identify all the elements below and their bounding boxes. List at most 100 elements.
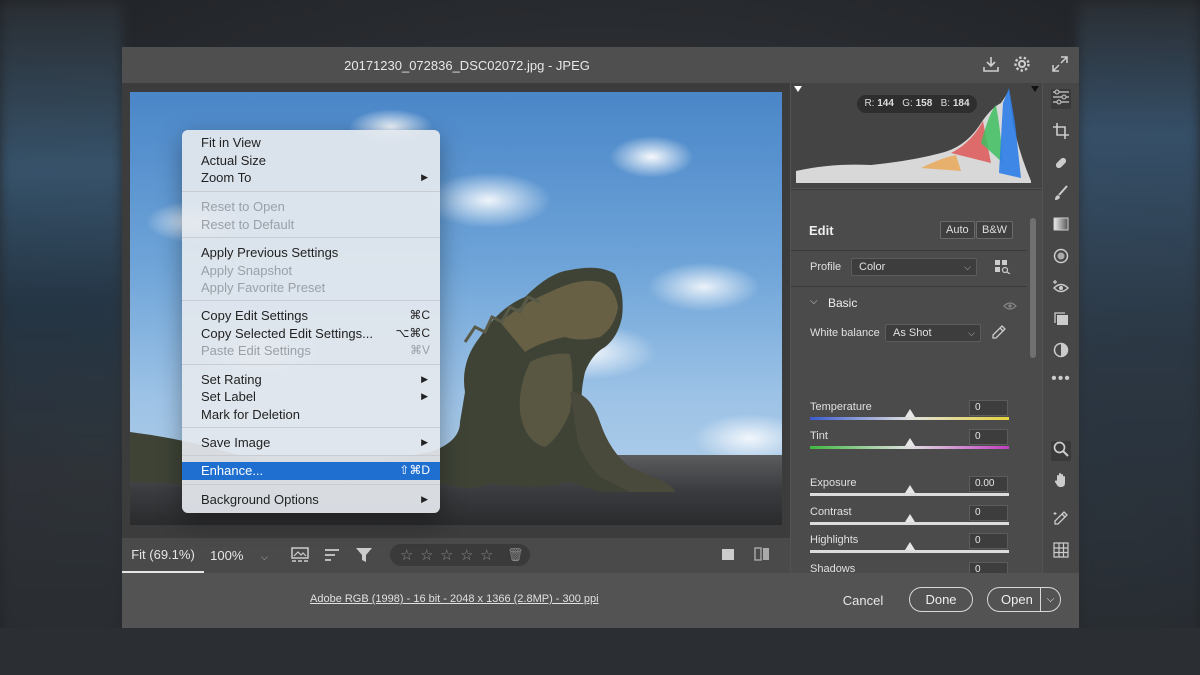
menu-item-reset-to-open: Reset to Open (182, 198, 440, 215)
menu-item-paste-edit-settings: Paste Edit Settings ⌘V (182, 342, 440, 359)
radial-filter-icon[interactable] (1051, 248, 1071, 268)
presets-icon[interactable] (1051, 342, 1071, 362)
profile-select[interactable]: Color ⌵ (851, 258, 977, 276)
contrast-value-input[interactable]: 0 (969, 505, 1008, 521)
view-toolbar: Fit (69.1%) 100% ⌵ ☆ ☆ ☆ ☆ ☆ 🗑 (122, 538, 790, 573)
single-view-icon[interactable] (718, 547, 738, 565)
r-value: 144 (877, 98, 894, 109)
submenu-arrow-icon: ▶ (421, 374, 428, 384)
basic-section-header[interactable]: Basic (828, 296, 857, 310)
eye-icon[interactable] (1003, 298, 1017, 316)
menu-item-save-image[interactable]: Save Image ▶ (182, 434, 440, 451)
graduated-filter-icon[interactable] (1051, 217, 1071, 237)
menu-item-background-options[interactable]: Background Options ▶ (182, 491, 440, 508)
star-icon[interactable]: ☆ (400, 546, 413, 564)
menu-item-zoom-to[interactable]: Zoom To ▶ (182, 169, 440, 186)
menu-item-label: Reset to Open (201, 199, 285, 214)
star-icon[interactable]: ☆ (420, 546, 433, 564)
save-icon[interactable] (981, 55, 1001, 75)
histogram: R: 144 G: 158 B: 184 (791, 83, 1042, 188)
divider (791, 250, 1027, 251)
zoom-level-dropdown[interactable]: 100% ⌵ (204, 538, 274, 573)
contrast-slider-thumb[interactable] (904, 514, 915, 522)
red-eye-icon[interactable] (1051, 279, 1071, 299)
menu-item-label: Mark for Deletion (201, 407, 300, 422)
bw-button[interactable]: B&W (976, 221, 1014, 239)
menu-item-enhance[interactable]: Enhance... ⇧⌘D (182, 462, 440, 480)
menu-item-label: Reset to Default (201, 217, 295, 232)
temperature-slider-thumb[interactable] (904, 409, 915, 417)
submenu-arrow-icon: ▶ (421, 391, 428, 401)
menu-item-apply-favorite-preset: Apply Favorite Preset (182, 279, 440, 296)
open-button[interactable]: Open ⌵ (987, 587, 1061, 612)
menu-separator (182, 484, 440, 485)
before-after-icon[interactable] (752, 547, 772, 565)
tint-slider[interactable] (810, 446, 1009, 449)
tint-value-input[interactable]: 0 (969, 429, 1008, 445)
eyedropper-icon[interactable] (991, 324, 1007, 345)
tint-label: Tint (810, 430, 828, 442)
fullscreen-icon[interactable] (1050, 55, 1070, 75)
done-button[interactable]: Done (909, 587, 973, 612)
cancel-button[interactable]: Cancel (828, 589, 898, 613)
menu-shortcut: ⇧⌘D (399, 463, 430, 477)
divider (791, 286, 1027, 287)
background-right (1078, 0, 1200, 675)
chevron-down-icon[interactable]: ⌵ (1040, 588, 1060, 611)
star-icon[interactable]: ☆ (480, 546, 493, 564)
highlights-slider[interactable] (810, 550, 1009, 553)
healing-brush-icon[interactable] (1051, 155, 1071, 175)
menu-item-actual-size[interactable]: Actual Size (182, 152, 440, 169)
grid-overlay-icon[interactable] (1051, 542, 1071, 562)
gear-icon[interactable] (1012, 55, 1032, 75)
menu-separator (182, 427, 440, 428)
tint-slider-thumb[interactable] (904, 438, 915, 446)
menu-item-copy-selected-edit-settings[interactable]: Copy Selected Edit Settings... ⌥⌘C (182, 325, 440, 342)
trash-icon[interactable]: 🗑 (507, 547, 524, 563)
crop-icon[interactable] (1051, 123, 1071, 143)
menu-item-copy-edit-settings[interactable]: Copy Edit Settings ⌘C (182, 307, 440, 324)
menu-item-label: Enhance... (201, 463, 264, 478)
color-sampler-icon[interactable] (1051, 510, 1071, 530)
edit-sliders-icon[interactable] (1051, 89, 1071, 109)
exposure-value-input[interactable]: 0.00 (969, 476, 1008, 492)
brush-icon[interactable] (1051, 185, 1071, 205)
menu-item-set-label[interactable]: Set Label ▶ (182, 388, 440, 405)
menu-item-label: Actual Size (201, 153, 267, 168)
menu-separator (182, 237, 440, 238)
chevron-down-icon[interactable]: ⌵ (810, 296, 818, 307)
menu-item-apply-previous-settings[interactable]: Apply Previous Settings (182, 244, 440, 261)
filter-icon[interactable] (354, 547, 374, 567)
menu-item-mark-for-deletion[interactable]: Mark for Deletion (182, 406, 440, 423)
highlights-value-input[interactable]: 0 (969, 533, 1008, 549)
menu-item-label: Apply Favorite Preset (201, 280, 326, 295)
exposure-slider[interactable] (810, 493, 1009, 496)
white-balance-value: As Shot (893, 327, 932, 339)
sort-icon[interactable] (322, 547, 342, 567)
context-menu: Fit in View Actual Size Zoom To ▶ Reset to O… (182, 130, 440, 513)
snapshots-icon[interactable] (1051, 311, 1071, 331)
temperature-slider[interactable] (810, 417, 1009, 420)
panel-scrollbar[interactable] (1030, 218, 1036, 358)
menu-item-label: Apply Snapshot (201, 263, 293, 278)
menu-item-fit-in-view[interactable]: Fit in View (182, 134, 440, 151)
profile-browser-icon[interactable] (995, 260, 1011, 279)
white-balance-select[interactable]: As Shot ⌵ (885, 324, 981, 342)
menu-item-set-rating[interactable]: Set Rating ▶ (182, 371, 440, 388)
zoom-tool-icon[interactable] (1051, 441, 1071, 461)
view-options-icon[interactable] (290, 547, 310, 567)
contrast-slider[interactable] (810, 522, 1009, 525)
r-label: R: (864, 98, 875, 109)
workflow-options-link[interactable]: Adobe RGB (1998) - 16 bit - 2048 x 1366 … (310, 593, 599, 605)
zoom-fit-button[interactable]: Fit (69.1%) (122, 538, 204, 573)
b-value: 184 (952, 98, 970, 109)
star-icon[interactable]: ☆ (440, 546, 453, 564)
exposure-slider-thumb[interactable] (904, 485, 915, 493)
b-label: B: (940, 98, 951, 109)
auto-button[interactable]: Auto (940, 221, 975, 239)
hand-tool-icon[interactable] (1051, 472, 1071, 492)
star-icon[interactable]: ☆ (460, 546, 473, 564)
highlights-slider-thumb[interactable] (904, 542, 915, 550)
temperature-value-input[interactable]: 0 (969, 400, 1008, 416)
more-icon[interactable]: ••• (1051, 369, 1071, 389)
